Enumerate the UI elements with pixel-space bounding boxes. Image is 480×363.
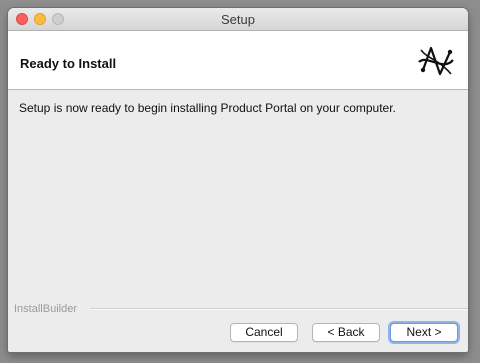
wizard-header: Ready to Install — [8, 31, 468, 90]
title-bar[interactable]: Setup — [8, 8, 468, 31]
cancel-button[interactable]: Cancel — [230, 323, 298, 342]
ready-message: Setup is now ready to begin installing P… — [19, 101, 396, 115]
next-button[interactable]: Next > — [390, 323, 458, 342]
setup-window: Setup Ready to Install Setup is now read… — [8, 8, 468, 352]
installbuilder-logo-icon — [418, 46, 454, 76]
page-title: Ready to Install — [20, 56, 117, 71]
back-button[interactable]: < Back — [312, 323, 380, 342]
window-title: Setup — [221, 12, 255, 27]
installbuilder-label: InstallBuilder — [14, 303, 77, 315]
footer-divider — [90, 308, 468, 310]
